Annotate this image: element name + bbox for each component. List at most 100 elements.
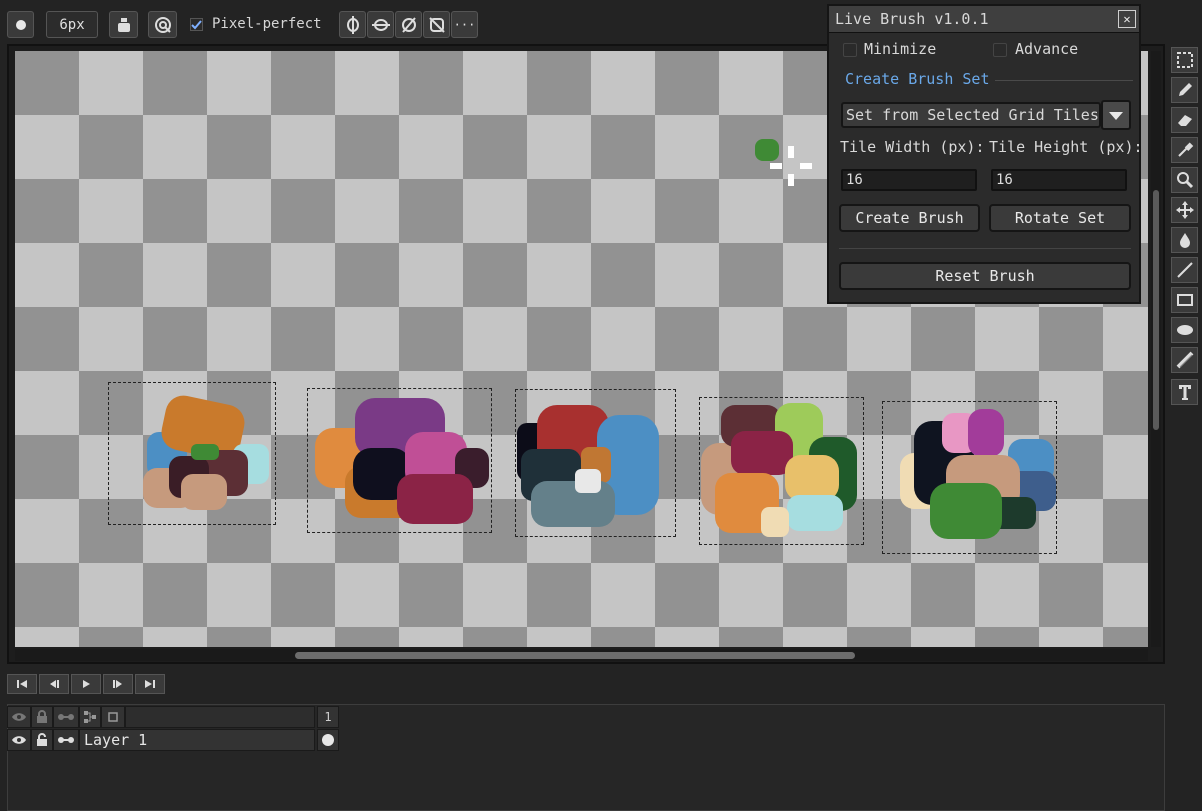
link-icon [58,714,74,720]
advance-label: Advance [1015,40,1079,58]
eraser-icon [1177,115,1192,126]
link-icon [58,737,74,743]
frame-number: 1 [324,710,332,724]
live-brush-panel: Live Brush v1.0.1 ✕ Minimize Advance Cre… [827,4,1143,304]
advance-checkbox[interactable] [993,43,1007,57]
tool-ellipse[interactable] [1171,317,1198,343]
vertical-scroll-thumb[interactable] [1153,190,1159,430]
create-brush-button[interactable]: Create Brush [839,204,980,232]
symmetry-diagonal-icon [401,16,416,33]
layer-cel[interactable] [317,729,339,751]
ink-bottle-icon [117,17,130,32]
rectangle-icon [1176,294,1193,306]
lock-icon [37,710,47,723]
create-brush-label: Create Brush [855,209,964,227]
panel-divider [839,248,1131,249]
ink-button[interactable] [109,11,138,38]
tile-1-artwork [143,392,269,516]
layer-name: Layer 1 [84,731,148,749]
tool-eraser[interactable] [1171,107,1198,133]
header-tree[interactable] [79,706,101,728]
symmetry-horizontal-icon [371,18,390,31]
tree-icon [84,711,96,723]
tool-line[interactable] [1171,257,1198,283]
dropdown-value: Set from Selected Grid Tiles [846,106,1099,124]
crosshair-cursor-icon [770,146,812,186]
tool-move[interactable] [1171,197,1198,223]
symmetry-vertical-icon [346,15,359,34]
header-visibility[interactable] [7,706,31,728]
step-forward-icon [113,680,122,688]
section-divider [995,80,1133,81]
panel-title: Live Brush v1.0.1 [835,10,989,28]
tool-contour[interactable] [1171,347,1198,373]
skip-end-icon [145,680,155,688]
horizontal-scroll-thumb[interactable] [295,652,855,659]
cel-dot-icon [322,734,334,746]
layer-lock-toggle[interactable] [31,729,53,751]
close-button[interactable]: ✕ [1118,10,1136,28]
previous-frame-button[interactable] [39,674,69,694]
more-label: ··· [453,17,476,32]
tool-rectangle[interactable] [1171,287,1198,313]
tile-5-artwork [900,409,1056,544]
brush-shape-button[interactable] [7,11,34,38]
header-lock[interactable] [31,706,53,728]
layer-row[interactable]: Layer 1 [79,729,315,751]
pencil-icon [1178,83,1192,96]
eye-icon [12,713,26,721]
layer-visibility-toggle[interactable] [7,729,31,751]
tool-text[interactable] [1171,379,1198,405]
header-frame-toggle[interactable] [101,706,125,728]
tool-zoom[interactable] [1171,167,1198,193]
symmetry-antidiagonal-button[interactable] [423,11,450,38]
panel-titlebar[interactable]: Live Brush v1.0.1 ✕ [829,6,1139,33]
symmetry-diagonal-button[interactable] [395,11,422,38]
minimize-checkbox[interactable] [843,43,857,57]
tile-width-input[interactable]: 16 [841,169,977,191]
tile-height-input[interactable]: 16 [991,169,1127,191]
chevron-down-icon [1109,112,1123,120]
play-button[interactable] [71,674,101,694]
layer-continuous-toggle[interactable] [53,729,79,751]
header-continuous[interactable] [53,706,79,728]
marquee-icon [1176,52,1193,68]
symmetry-horizontal-button[interactable] [367,11,394,38]
tool-fill[interactable] [1171,227,1198,253]
circle-brush-icon [15,19,26,30]
brush-size-field[interactable]: 6px [46,11,98,38]
brush-size-value: 6px [59,16,85,33]
rotate-set-button[interactable]: Rotate Set [989,204,1131,232]
pressure-icon [154,16,171,33]
tile-width-label: Tile Width (px): [840,138,985,156]
minimize-label: Minimize [864,40,937,58]
last-frame-button[interactable] [135,674,165,694]
section-title: Create Brush Set [845,70,990,88]
check-icon [191,20,202,30]
frame-number-header[interactable]: 1 [317,706,339,728]
line-icon [1176,262,1193,278]
skip-start-icon [17,680,27,688]
tool-pencil[interactable] [1171,77,1198,103]
tool-rectangle-select[interactable] [1171,47,1198,73]
pressure-button[interactable] [148,11,177,38]
first-frame-button[interactable] [7,674,37,694]
tile-2-artwork [315,396,490,526]
dropdown-toggle[interactable] [1101,100,1131,130]
tool-eyedropper[interactable] [1171,137,1198,163]
ellipse-icon [1176,325,1193,335]
contour-icon [1176,351,1193,369]
square-icon [108,712,118,722]
brush-set-dropdown[interactable]: Set from Selected Grid Tiles [841,102,1101,128]
pixel-perfect-checkbox[interactable] [190,18,203,31]
tile-4-artwork [701,403,861,543]
text-icon [1178,385,1191,400]
reset-brush-button[interactable]: Reset Brush [839,262,1131,290]
next-frame-button[interactable] [103,674,133,694]
layer-header-spacer [125,706,315,728]
unlock-icon [37,733,47,746]
symmetry-vertical-button[interactable] [339,11,366,38]
move-icon [1175,201,1194,219]
close-icon: ✕ [1123,12,1131,26]
more-options-button[interactable]: ··· [451,11,478,38]
